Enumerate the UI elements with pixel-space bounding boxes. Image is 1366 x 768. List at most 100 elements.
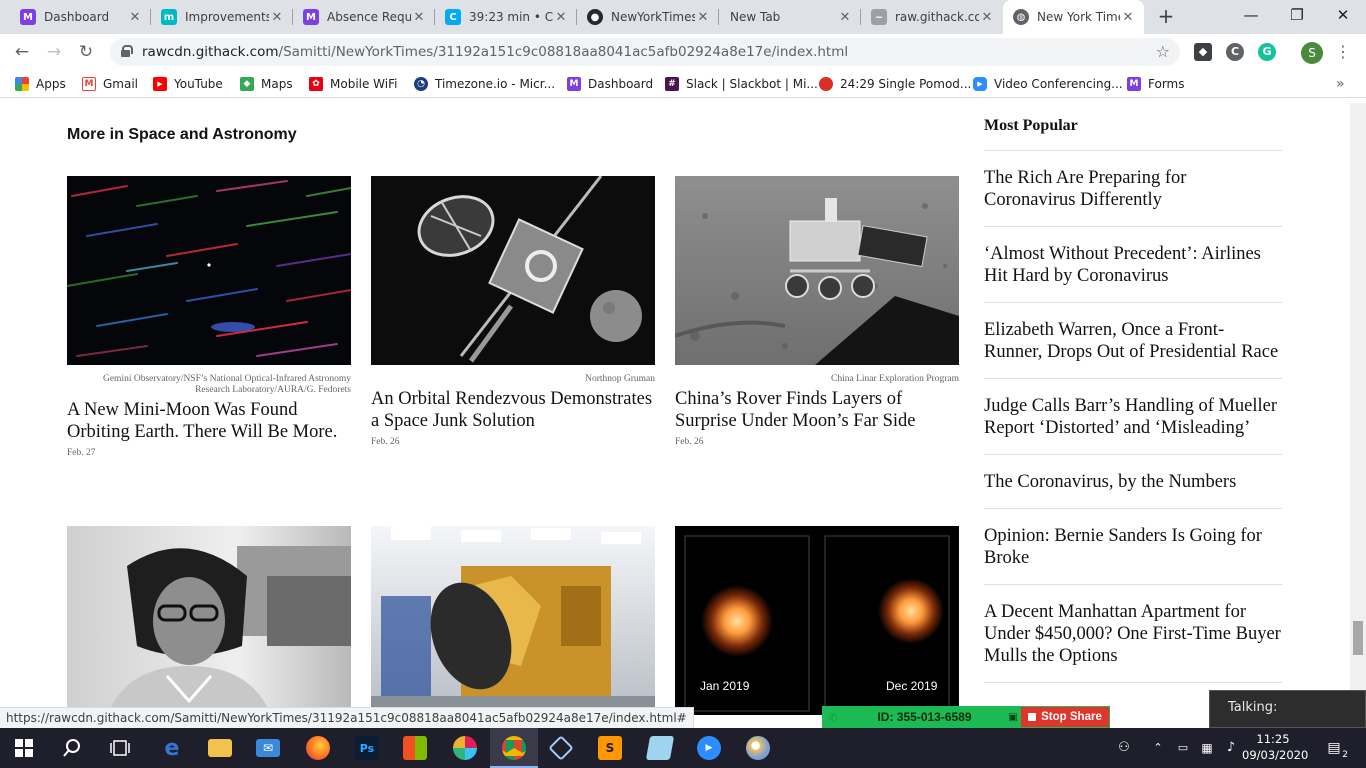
close-icon[interactable]: ✕ bbox=[411, 10, 427, 25]
url-text[interactable]: rawcdn.githack.com/Samitti/NewYorkTimes/… bbox=[142, 38, 848, 66]
article-headline[interactable]: An Orbital Rendezvous Demonstrates a Spa… bbox=[371, 388, 655, 432]
taskbar-slack[interactable] bbox=[441, 728, 489, 768]
search-button[interactable] bbox=[48, 728, 96, 768]
back-button[interactable]: ← bbox=[8, 38, 36, 66]
bookmark-gmail[interactable]: M Gmail bbox=[82, 70, 138, 98]
bookmark-dashboard[interactable]: M Dashboard bbox=[567, 70, 653, 98]
tab-title: New Tab bbox=[730, 10, 781, 24]
bookmark-timezone[interactable]: ◔ Timezone.io - Micr... bbox=[414, 70, 555, 98]
taskbar-zoom[interactable]: ▶ bbox=[685, 728, 733, 768]
taskbar-virtualbox[interactable] bbox=[537, 728, 585, 768]
popular-item[interactable]: ‘Almost Without Precedent’: Airlines Hit… bbox=[984, 227, 1282, 303]
article-card[interactable]: Jan 2019 Dec 2019 bbox=[675, 526, 959, 715]
taskbar-file-explorer[interactable] bbox=[196, 728, 244, 768]
bookmark-video-conferencing[interactable]: ▶ Video Conferencing... bbox=[973, 70, 1123, 98]
url-host: rawcdn.githack.com bbox=[142, 44, 279, 60]
taskbar-photoshop[interactable]: Ps bbox=[343, 728, 391, 768]
minimize-button[interactable]: — bbox=[1228, 0, 1274, 30]
bookmark-apps[interactable]: Apps bbox=[15, 70, 66, 98]
article-card[interactable] bbox=[67, 526, 351, 715]
extension-cube-icon[interactable]: ◆ bbox=[1194, 43, 1212, 61]
bookmark-youtube[interactable]: ▶ YouTube bbox=[153, 70, 223, 98]
extension-clockify-icon[interactable]: C bbox=[1226, 43, 1244, 61]
bookmark-pomodoro[interactable]: 24:29 Single Pomod... bbox=[819, 70, 971, 98]
notification-center[interactable]: ▤ 2 bbox=[1320, 736, 1348, 760]
article-card[interactable]: China Linar Exploration Program China’s … bbox=[675, 176, 959, 447]
start-button[interactable] bbox=[0, 728, 48, 768]
tab-improvements[interactable]: m Improvements ✕ bbox=[151, 0, 293, 34]
tab-title: raw.githack.co bbox=[895, 10, 979, 24]
url-path: /Samitti/NewYorkTimes/31192a151c9c08818a… bbox=[278, 44, 849, 60]
popular-item[interactable]: Opinion: Bernie Sanders Is Going for Bro… bbox=[984, 509, 1282, 585]
article-card[interactable]: Northnop Gruman An Orbital Rendezvous De… bbox=[371, 176, 655, 447]
tab-new-york-times[interactable]: ◍ New York Time ✕ bbox=[1003, 0, 1144, 34]
tab-dashboard[interactable]: M Dashboard ✕ bbox=[10, 0, 151, 34]
star-trails-image[interactable] bbox=[67, 176, 351, 365]
popular-item[interactable]: Elizabeth Warren, Once a Front-Runner, D… bbox=[984, 303, 1282, 379]
tab-github[interactable]: ● NewYorkTimes ✕ bbox=[577, 0, 719, 34]
popular-item[interactable]: Judge Calls Barr’s Handling of Mueller R… bbox=[984, 379, 1282, 455]
stop-share-button[interactable]: Stop Share bbox=[1021, 707, 1109, 727]
avatar[interactable]: S bbox=[1301, 42, 1323, 64]
popular-item[interactable]: The Coronavirus, by the Numbers bbox=[984, 455, 1282, 509]
portrait-image[interactable] bbox=[67, 526, 351, 715]
tab-title: Improvements bbox=[185, 10, 269, 24]
satellite-image[interactable] bbox=[371, 176, 655, 365]
clock[interactable]: 11:25 09/03/2020 bbox=[1242, 731, 1308, 763]
bookmark-forms[interactable]: M Forms bbox=[1127, 70, 1184, 98]
taskbar-mail[interactable]: ✉ bbox=[244, 728, 292, 768]
people-icon[interactable]: ⚇ bbox=[1110, 728, 1138, 768]
reload-button[interactable]: ↻ bbox=[72, 38, 100, 66]
grammarly-icon[interactable]: G bbox=[1258, 43, 1276, 61]
bookmark-slack[interactable]: # Slack | Slackbot | Mi... bbox=[665, 70, 818, 98]
task-view-button[interactable] bbox=[96, 728, 144, 768]
taskbar-chrome[interactable] bbox=[490, 728, 538, 768]
spacecraft-image[interactable] bbox=[371, 526, 655, 715]
article-headline[interactable]: A New Mini-Moon Was Found Orbiting Earth… bbox=[67, 399, 351, 443]
close-icon[interactable]: ✕ bbox=[1120, 10, 1136, 25]
close-icon[interactable]: ✕ bbox=[269, 10, 285, 25]
taskbar-store[interactable] bbox=[391, 728, 439, 768]
tab-clockify[interactable]: C 39:23 min • Cl ✕ bbox=[435, 0, 577, 34]
bookmarks-overflow-icon[interactable]: » bbox=[1336, 70, 1345, 98]
taskbar-edge[interactable]: e bbox=[148, 728, 196, 768]
taskbar-sublime[interactable]: S bbox=[586, 728, 634, 768]
article-headline[interactable]: China’s Rover Finds Layers of Surprise U… bbox=[675, 388, 959, 432]
betelgeuse-image[interactable]: Jan 2019 Dec 2019 bbox=[675, 526, 959, 715]
article-card[interactable]: Gemini Observatory/NSF’s National Optica… bbox=[67, 176, 351, 458]
close-icon[interactable]: ✕ bbox=[695, 10, 711, 25]
close-icon[interactable]: ✕ bbox=[837, 10, 853, 25]
bookmark-mobile-wifi[interactable]: ✿ Mobile WiFi bbox=[309, 70, 397, 98]
bookmark-star-icon[interactable]: ☆ bbox=[1156, 38, 1170, 66]
battery-icon[interactable]: ▭ bbox=[1172, 728, 1194, 768]
scrollbar-thumb[interactable] bbox=[1353, 621, 1363, 655]
bookmark-maps[interactable]: ◆ Maps bbox=[240, 70, 293, 98]
address-bar[interactable]: rawcdn.githack.com/Samitti/NewYorkTimes/… bbox=[110, 38, 1180, 66]
close-icon[interactable]: ✕ bbox=[553, 10, 569, 25]
popular-item[interactable]: The Rich Are Preparing for Coronavirus D… bbox=[984, 151, 1282, 227]
close-window-button[interactable]: ✕ bbox=[1320, 0, 1366, 30]
bookmark-label: Slack | Slackbot | Mi... bbox=[686, 77, 818, 91]
zoom-share-bar[interactable]: ✆ ID: 355-013-6589 ▣ Stop Share bbox=[822, 706, 1110, 728]
volume-icon[interactable]: ♪ bbox=[1220, 728, 1242, 768]
close-icon[interactable]: ✕ bbox=[127, 10, 143, 25]
new-tab-button[interactable]: + bbox=[1154, 5, 1178, 29]
tab-githack[interactable]: ~ raw.githack.co ✕ bbox=[861, 0, 1003, 34]
scrollbar[interactable] bbox=[1350, 103, 1366, 728]
taskbar-paint[interactable] bbox=[734, 728, 782, 768]
tab-new-tab[interactable]: New Tab ✕ bbox=[719, 0, 861, 34]
zoom-icon: ▶ bbox=[697, 736, 721, 760]
menu-icon[interactable]: ⋮ bbox=[1334, 40, 1352, 64]
chevron-up-icon[interactable]: ⌃ bbox=[1148, 728, 1168, 768]
taskbar-notepad[interactable] bbox=[636, 728, 684, 768]
restore-button[interactable]: ❐ bbox=[1274, 0, 1320, 30]
article-card[interactable] bbox=[371, 526, 655, 715]
network-icon[interactable]: ▦ bbox=[1196, 728, 1218, 768]
forward-button[interactable]: → bbox=[40, 38, 68, 66]
lock-icon[interactable] bbox=[121, 45, 133, 57]
close-icon[interactable]: ✕ bbox=[979, 10, 995, 25]
moon-rover-image[interactable] bbox=[675, 176, 959, 365]
tab-absence-request[interactable]: M Absence Requ ✕ bbox=[293, 0, 435, 34]
popular-item[interactable]: A Decent Manhattan Apartment for Under $… bbox=[984, 585, 1282, 683]
taskbar-firefox[interactable] bbox=[294, 728, 342, 768]
